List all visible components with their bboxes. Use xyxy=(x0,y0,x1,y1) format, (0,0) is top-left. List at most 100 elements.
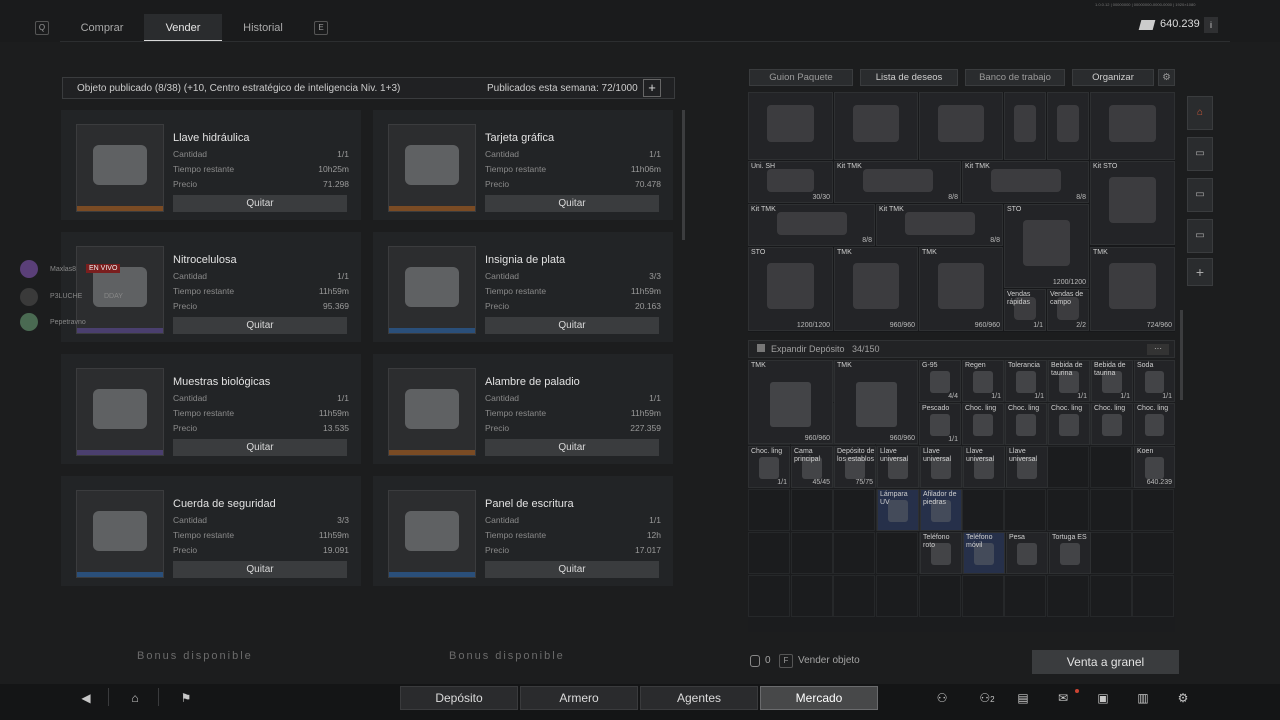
empty-slot[interactable] xyxy=(876,575,919,617)
guion-paquete-button[interactable]: Guion Paquete xyxy=(749,69,853,86)
listing-scrollbar[interactable] xyxy=(682,110,685,240)
back-arrow-icon[interactable]: ◀ xyxy=(78,690,94,706)
add-storage-button[interactable]: + xyxy=(1187,258,1213,286)
storage-slot[interactable]: Koen 640.239 xyxy=(1134,446,1175,488)
storage-slot[interactable]: Llave universal xyxy=(920,446,962,488)
home-storage-icon[interactable]: ⌂ xyxy=(1187,96,1213,130)
remove-button[interactable]: Quitar xyxy=(173,195,347,212)
storage-tab-icon[interactable]: ▭ xyxy=(1187,219,1213,253)
bulk-sell-button[interactable]: Venta a granel xyxy=(1032,650,1179,674)
empty-slot[interactable] xyxy=(876,532,919,574)
inventory-scrollbar[interactable] xyxy=(1180,310,1183,400)
empty-slot[interactable] xyxy=(790,489,833,531)
empty-slot[interactable] xyxy=(790,575,833,617)
storage-slot[interactable]: Depósito de los establos 75/75 xyxy=(834,446,876,488)
inventory-slot[interactable]: Vendas de campo 2/2 xyxy=(1047,289,1089,331)
storage-tab-icon[interactable]: ▭ xyxy=(1187,178,1213,212)
inventory-slot[interactable] xyxy=(1004,92,1046,160)
add-listing-button[interactable]: + xyxy=(643,79,661,97)
inventory-slot[interactable]: STO 1200/1200 xyxy=(748,247,833,331)
mail-icon[interactable]: ✉ xyxy=(1055,690,1071,706)
storage-slot[interactable]: Tolerancia 1/1 xyxy=(1005,360,1047,402)
storage-slot[interactable]: Soda 1/1 xyxy=(1134,360,1175,402)
storage-slot[interactable]: Llave universal xyxy=(877,446,919,488)
empty-slot[interactable] xyxy=(790,532,833,574)
empty-slot[interactable] xyxy=(1046,575,1089,617)
empty-slot[interactable] xyxy=(1089,489,1132,531)
inventory-slot[interactable]: Kit TMK 8/8 xyxy=(834,161,961,203)
home-icon[interactable]: ⌂ xyxy=(127,690,143,706)
inventory-slot[interactable] xyxy=(919,92,1003,160)
empty-slot[interactable] xyxy=(1004,575,1047,617)
inventory-slot[interactable]: Kit STO xyxy=(1090,161,1175,245)
storage-slot[interactable]: TMK 960/960 xyxy=(834,360,918,444)
inventory-slot[interactable]: Vendas rápidas 1/1 xyxy=(1004,289,1046,331)
nav-mercado[interactable]: Mercado xyxy=(760,686,878,710)
remove-button[interactable]: Quitar xyxy=(485,195,659,212)
inventory-slot[interactable]: Kit TMK 8/8 xyxy=(962,161,1089,203)
sell-object-label[interactable]: Vender objeto xyxy=(798,655,860,666)
section-title[interactable]: Expandir Depósito xyxy=(771,344,845,354)
inventory-slot[interactable]: Uni. SH 30/30 xyxy=(748,161,833,203)
empty-slot[interactable] xyxy=(961,575,1004,617)
empty-slot[interactable] xyxy=(1132,575,1175,617)
empty-slot[interactable] xyxy=(1132,532,1175,574)
empty-slot[interactable] xyxy=(748,575,790,617)
storage-slot[interactable]: G-95 4/4 xyxy=(919,360,961,402)
empty-slot[interactable] xyxy=(1004,489,1047,531)
wishlist-button[interactable]: Lista de deseos xyxy=(860,69,958,86)
group-icon[interactable]: ⚇ xyxy=(934,690,950,706)
remove-button[interactable]: Quitar xyxy=(173,317,347,334)
storage-slot[interactable]: Tortuga ES xyxy=(1049,532,1091,574)
flag-icon[interactable]: ⚑ xyxy=(178,690,194,706)
empty-slot[interactable] xyxy=(961,489,1004,531)
inventory-slot[interactable] xyxy=(1090,92,1175,160)
friends-icon[interactable]: ⚇2 xyxy=(976,690,998,706)
storage-slot[interactable]: Choc. ling 1/1 xyxy=(748,446,790,488)
inventory-slot[interactable] xyxy=(1047,92,1089,160)
remove-button[interactable]: Quitar xyxy=(485,561,659,578)
storage-slot[interactable]: Bebida de taurina 1/1 xyxy=(1048,360,1090,402)
storage-slot[interactable]: Pesa xyxy=(1006,532,1048,574)
storage-slot[interactable]: TMK 960/960 xyxy=(748,360,833,444)
inventory-slot[interactable]: Kit TMK 8/8 xyxy=(748,204,875,246)
storage-slot[interactable]: Bebida de taurina 1/1 xyxy=(1091,360,1133,402)
storage-slot[interactable]: Teléfono roto xyxy=(920,532,962,574)
empty-slot[interactable] xyxy=(918,575,961,617)
chat-icon[interactable]: ▤ xyxy=(1015,690,1031,706)
empty-slot[interactable] xyxy=(1089,532,1132,574)
remove-button[interactable]: Quitar xyxy=(485,317,659,334)
avatar[interactable] xyxy=(20,260,38,278)
inventory-slot[interactable] xyxy=(748,92,833,160)
storage-slot[interactable]: Cama principal 45/45 xyxy=(791,446,833,488)
gear-icon[interactable]: ⚙ xyxy=(1175,690,1191,706)
storage-slot[interactable]: Regen 1/1 xyxy=(962,360,1004,402)
tab-historial[interactable]: Historial xyxy=(224,14,302,42)
storage-slot[interactable]: Lámpara UV xyxy=(877,489,919,531)
empty-slot[interactable] xyxy=(1089,446,1132,488)
nav-deposito[interactable]: Depósito xyxy=(400,686,518,710)
tab-comprar[interactable]: Comprar xyxy=(62,14,142,42)
empty-slot[interactable] xyxy=(1089,575,1132,617)
remove-button[interactable]: Quitar xyxy=(173,439,347,456)
settings-small-button[interactable]: ⚙ xyxy=(1158,69,1175,86)
empty-slot[interactable] xyxy=(1046,489,1089,531)
storage-slot[interactable]: Choc. ling xyxy=(1005,403,1047,445)
nav-armero[interactable]: Armero xyxy=(520,686,638,710)
empty-slot[interactable] xyxy=(833,489,876,531)
storage-slot[interactable]: Teléfono móvil xyxy=(963,532,1005,574)
inventory-slot[interactable]: TMK 724/960 xyxy=(1090,247,1175,331)
nav-agentes[interactable]: Agentes xyxy=(640,686,758,710)
inventory-slot[interactable]: TMK 960/960 xyxy=(834,247,918,331)
empty-slot[interactable] xyxy=(1132,489,1175,531)
shop-icon[interactable]: ▣ xyxy=(1095,690,1111,706)
storage-slot[interactable]: Pescado 1/1 xyxy=(919,403,961,445)
inventory-slot[interactable]: Kit TMK 8/8 xyxy=(876,204,1003,246)
storage-tab-icon[interactable]: ▭ xyxy=(1187,137,1213,171)
storage-slot[interactable]: Llave universal xyxy=(963,446,1005,488)
storage-slot[interactable]: Llave universal xyxy=(1006,446,1048,488)
empty-slot[interactable] xyxy=(833,575,876,617)
tab-vender[interactable]: Vender xyxy=(144,14,222,42)
empty-slot[interactable] xyxy=(748,489,790,531)
inventory-slot[interactable]: TMK 960/960 xyxy=(919,247,1003,331)
